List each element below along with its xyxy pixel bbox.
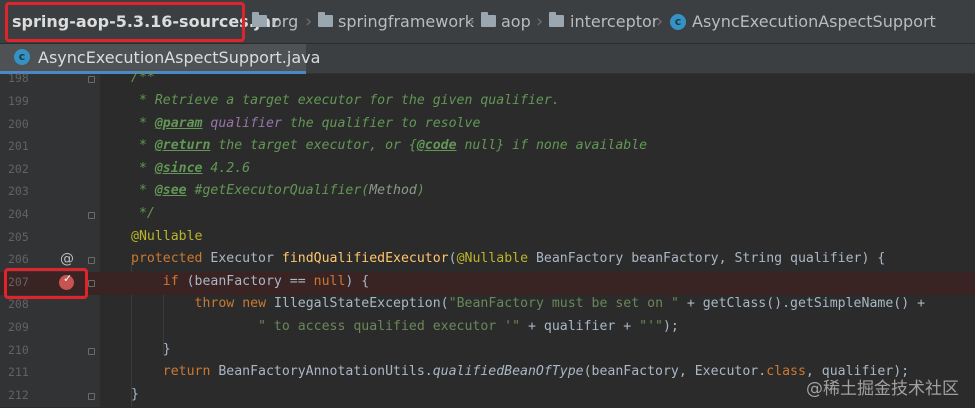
line-number: 212 [8,388,29,402]
code-line: 204 */ [0,204,975,227]
code-text: throw new IllegalStateException("BeanFac… [194,296,926,311]
folder-icon [252,12,267,27]
line-number: 211 [8,365,29,379]
chevron-right-icon: › [305,11,313,32]
code-text: */ [131,206,155,221]
code-text: /** [131,70,155,85]
line-number: 208 [8,297,29,311]
code-line: 203 * @see #getExecutorQualifier(Method) [0,181,975,204]
fold-marker-icon[interactable] [88,257,95,264]
code-text: * Retrieve a target executor for the giv… [131,93,560,108]
highlight-box-breakpoint [4,268,88,299]
code-text: } [131,342,171,357]
folder-icon [481,12,496,27]
fold-marker-icon[interactable] [88,212,95,219]
code-line: 205 @Nullable [0,227,975,250]
code-line: 199 * Retrieve a target executor for the… [0,91,975,114]
tab-label: AsyncExecutionAspectSupport.java [38,48,321,67]
breadcrumb-item-springframework[interactable]: springframework [338,0,474,44]
code-text: " to access qualified executor '" + qual… [258,319,679,334]
chevron-right-icon: › [536,11,544,32]
chevron-right-icon: › [656,11,664,32]
highlight-box-jar [5,2,245,42]
java-class-icon: c [670,14,686,30]
code-line: 209 " to access qualified executor '" + … [0,317,975,340]
code-text: return BeanFactoryAnnotationUtils.qualif… [162,364,910,379]
line-number: 203 [8,184,29,198]
code-text: protected Executor findQualifiedExecutor… [131,251,886,266]
code-line: 206 @ protected Executor findQualifiedEx… [0,249,975,272]
breadcrumb-item-aop[interactable]: aop [501,0,531,44]
breadcrumb-item-class[interactable]: AsyncExecutionAspectSupport [692,0,936,44]
code-text: } [131,387,139,402]
java-class-icon: c [14,49,30,65]
chevron-right-icon: › [468,11,476,32]
code-line: 208 throw new IllegalStateException("Bea… [0,294,975,317]
code-text: * @since 4.2.6 [131,161,251,176]
fold-marker-icon[interactable] [88,393,95,400]
line-number: 210 [8,343,29,357]
line-number: 205 [8,230,29,244]
line-number: 204 [8,207,29,221]
line-number: 200 [8,117,29,131]
code-line: 201 * @return the target executor, or {@… [0,136,975,159]
line-number: 199 [8,94,29,108]
folder-icon [318,12,333,27]
folder-icon [549,12,564,27]
navigation-bar: spring-aop-5.3.16-sources.jar › org › sp… [0,0,975,44]
code-text: @Nullable [131,229,203,244]
line-number: 198 [8,71,29,85]
breadcrumb-item-org[interactable]: org [272,0,298,44]
code-text: * @param qualifier the qualifier to reso… [131,116,481,131]
code-line: 210 } [0,340,975,363]
code-line: 200 * @param qualifier the qualifier to … [0,114,975,137]
code-text: if (beanFactory == null) { [162,274,370,289]
line-number: 209 [8,320,29,334]
line-number: 206 [8,252,29,266]
fold-marker-icon[interactable] [88,76,95,83]
breadcrumb-item-interceptor[interactable]: interceptor [570,0,658,44]
line-number: 201 [8,139,29,153]
code-text: * @see #getExecutorQualifier(Method) [131,183,425,198]
at-symbol-icon[interactable]: @ [60,251,74,267]
watermark: @稀土掘金技术社区 [806,379,959,399]
code-line: 202 * @since 4.2.6 [0,159,975,182]
code-line: 198 /** [0,68,975,91]
line-number: 202 [8,162,29,176]
fold-marker-icon[interactable] [88,348,95,355]
fold-marker-icon[interactable] [88,280,95,287]
code-text: * @return the target executor, or {@code… [131,138,648,153]
code-line-breakpoint: 207 if (beanFactory == null) { [0,272,975,295]
